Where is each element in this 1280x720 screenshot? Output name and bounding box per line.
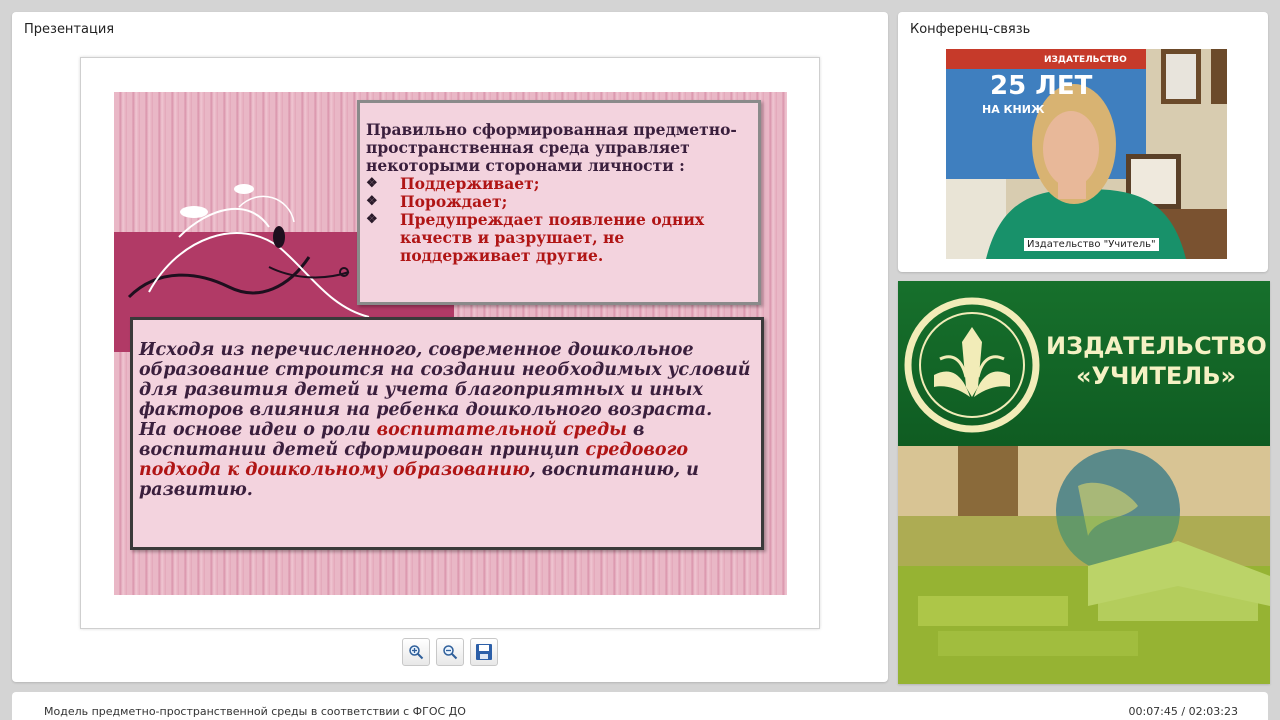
bullet-item: ❖ Поддерживает; bbox=[366, 175, 750, 193]
slide-text-box-top: Правильно сформированная предметно-прост… bbox=[357, 100, 761, 305]
slide-paragraph-1: Исходя из перечисленного, современное до… bbox=[139, 340, 751, 420]
banner-text: 25 ЛЕТ bbox=[990, 71, 1093, 101]
publisher-name-line2: «УЧИТЕЛЬ» bbox=[1076, 362, 1236, 390]
zoom-in-icon bbox=[409, 645, 424, 660]
slide-viewer: Правильно сформированная предметно-прост… bbox=[80, 57, 820, 629]
bullet-item: ❖ Предупреждает появление одних качеств … bbox=[366, 211, 750, 265]
publisher-logo-icon bbox=[904, 297, 1040, 433]
publisher-name: ИЗДАТЕЛЬСТВО «УЧИТЕЛЬ» bbox=[1046, 331, 1267, 391]
bullet-text: Порождает; bbox=[400, 192, 508, 211]
slide: Правильно сформированная предметно-прост… bbox=[114, 92, 787, 595]
bullet-text: Предупреждает появление одних качеств и … bbox=[400, 210, 705, 265]
publisher-name-line1: ИЗДАТЕЛЬСТВО bbox=[1046, 332, 1267, 360]
books-image-icon bbox=[898, 446, 1270, 684]
video-participant-label: Издательство "Учитель" bbox=[1024, 238, 1159, 251]
zoom-in-button[interactable] bbox=[402, 638, 430, 666]
logo-banner: ИЗДАТЕЛЬСТВО «УЧИТЕЛЬ» bbox=[898, 281, 1270, 446]
conference-panel-title: Конференц-связь bbox=[910, 22, 1031, 37]
zoom-out-button[interactable] bbox=[436, 638, 464, 666]
slide-controls bbox=[402, 638, 498, 666]
slide-intro-text: Правильно сформированная предметно-прост… bbox=[366, 120, 737, 175]
save-icon bbox=[476, 644, 492, 660]
diamond-bullet-icon: ❖ bbox=[366, 176, 378, 191]
video-feed[interactable]: 25 ЛЕТ НА КНИЖ ИЗДАТЕЛЬСТВО Издательство… bbox=[946, 49, 1227, 259]
slide-paragraph-2: На основе идеи о роли воспитательной сре… bbox=[139, 420, 755, 500]
diamond-bullet-icon: ❖ bbox=[366, 212, 378, 227]
playback-time: 00:07:45 / 02:03:23 bbox=[1128, 705, 1238, 718]
publisher-logo-panel: ИЗДАТЕЛЬСТВО «УЧИТЕЛЬ» bbox=[898, 281, 1270, 684]
banner-text: НА КНИЖ bbox=[982, 103, 1045, 116]
banner-text: ИЗДАТЕЛЬСТВО bbox=[1044, 55, 1127, 65]
slide-text-box-bottom: Исходя из перечисленного, современное до… bbox=[130, 317, 764, 550]
webinar-title: Модель предметно-пространственной среды … bbox=[44, 705, 466, 718]
books-globe-image bbox=[898, 446, 1270, 684]
presentation-panel: Презентация Правильно сформированная пре… bbox=[12, 12, 888, 682]
bottom-status-bar: Модель предметно-пространственной среды … bbox=[12, 692, 1268, 720]
bullet-text: Поддерживает; bbox=[400, 174, 540, 193]
highlight-text: воспитательной среды bbox=[376, 420, 627, 440]
diamond-bullet-icon: ❖ bbox=[366, 194, 378, 209]
save-button[interactable] bbox=[470, 638, 498, 666]
presentation-panel-title: Презентация bbox=[24, 22, 115, 37]
paragraph-text: На основе идеи о роли bbox=[139, 420, 377, 440]
bullet-item: ❖ Порождает; bbox=[366, 193, 750, 211]
conference-panel: Конференц-связь 25 ЛЕТ НА КНИЖ ИЗДАТЕЛЬС… bbox=[898, 12, 1268, 272]
zoom-out-icon bbox=[443, 645, 458, 660]
